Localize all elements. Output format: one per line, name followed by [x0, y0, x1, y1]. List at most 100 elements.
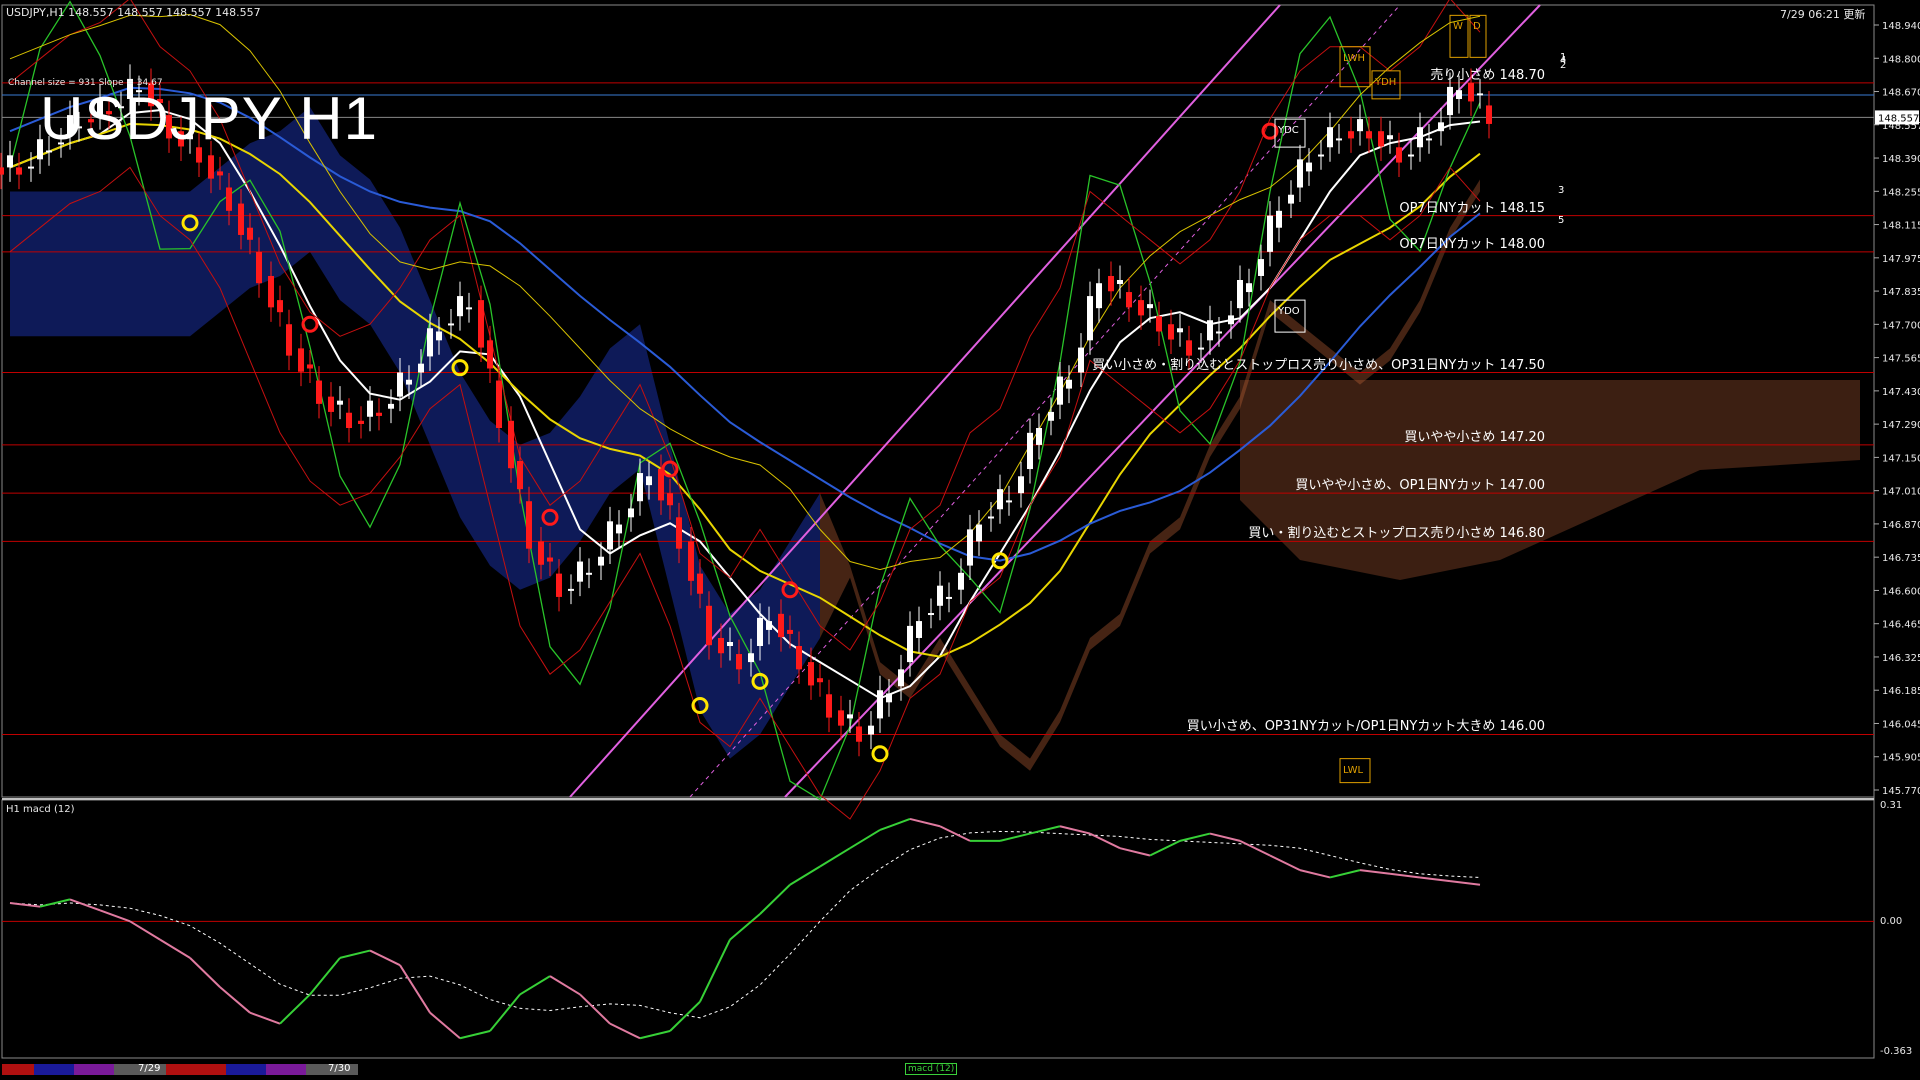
candle-body: [1108, 275, 1114, 292]
candle-body: [1417, 127, 1423, 148]
session-seg: [74, 1064, 114, 1075]
macd-segment: [1329, 869, 1361, 879]
candle-body: [838, 710, 844, 726]
candle-body: [517, 460, 523, 490]
session-seg: [34, 1064, 74, 1075]
candle-body: [1267, 215, 1273, 252]
macd-segment: [279, 993, 311, 1025]
macd-segment: [339, 949, 371, 959]
macd-segment: [459, 1030, 491, 1040]
axis-tick-label: 145.770: [1882, 786, 1920, 797]
macd-segment: [399, 964, 431, 1014]
axis-tick-label: 148.255: [1882, 187, 1920, 198]
candle-body: [286, 324, 292, 356]
candle-body: [526, 501, 532, 549]
macd-segment: [819, 847, 851, 868]
chart-title: USDJPY H1: [40, 85, 379, 152]
candle-body: [586, 572, 592, 575]
macd-label: H1 macd (12): [6, 804, 75, 815]
candle-body: [748, 653, 754, 663]
macd-segment: [849, 829, 881, 850]
candle-body: [268, 275, 274, 308]
candle-body: [1468, 82, 1474, 102]
level-note: 買い小さめ・割り込むとストップロス売り小さめ、OP31日NYカット 147.50: [1092, 357, 1545, 373]
candle-body: [1147, 304, 1153, 309]
macd-segment: [729, 913, 761, 941]
candle-body: [406, 379, 412, 385]
axis-tick-label: 145.905: [1882, 753, 1920, 764]
candle-body: [1258, 259, 1264, 276]
axis-tick-label: 148.670: [1882, 88, 1920, 99]
candle-body: [676, 517, 682, 549]
candle-body: [1447, 86, 1453, 116]
level-note: OP7日NYカット 148.00: [1399, 236, 1545, 252]
macd-segment: [609, 1022, 641, 1040]
macd-segment: [999, 832, 1031, 842]
candle-body: [1438, 122, 1444, 132]
macd-segment: [1359, 869, 1391, 875]
candle-body: [778, 613, 784, 638]
candle-body: [1096, 283, 1102, 309]
update-time: 7/29 06:21 更新: [1780, 8, 1866, 21]
macd-segment: [99, 909, 131, 923]
candle-body: [787, 629, 793, 634]
candle-body: [298, 348, 304, 372]
ichimoku-clouds: [10, 107, 1860, 771]
candle-body: [988, 516, 994, 519]
candle-body: [478, 300, 484, 348]
level-note: 買いやや小さめ 147.20: [1404, 429, 1545, 445]
axis-tick-label: 147.565: [1882, 354, 1920, 365]
candle-body: [826, 694, 832, 718]
candle-body: [1327, 127, 1333, 148]
candle-body: [877, 690, 883, 719]
candle-body: [208, 155, 214, 179]
date-label: 7/29: [138, 1063, 161, 1074]
macd-segment: [489, 993, 521, 1032]
macd-axis-label: -0.363: [1880, 1046, 1912, 1057]
candle-body: [1246, 283, 1252, 293]
candle-body: [706, 605, 712, 646]
candle-body: [28, 166, 34, 169]
candle-body: [1057, 376, 1063, 405]
candle-body: [448, 323, 454, 326]
candle-body: [1066, 379, 1072, 389]
candle-body: [1228, 315, 1234, 325]
macd-segment: [1149, 839, 1181, 857]
wave-label: 5: [1558, 215, 1565, 226]
candle-body: [1126, 292, 1132, 308]
candle-body: [1408, 154, 1414, 157]
candle-body: [727, 641, 733, 647]
candle-body: [577, 561, 583, 582]
candle-body: [496, 380, 502, 429]
axis-tick-label: 146.600: [1882, 586, 1920, 597]
candle-body: [1036, 428, 1042, 445]
candle-body: [1357, 119, 1363, 132]
macd-segment: [129, 920, 161, 941]
wave-label: 3: [1558, 185, 1565, 196]
candle-body: [868, 725, 874, 735]
candle-body: [1198, 347, 1204, 350]
candle-body: [1288, 194, 1294, 204]
current-price-label: 148.557: [1878, 113, 1919, 124]
candle-body: [1297, 159, 1303, 188]
candle-body: [1027, 432, 1033, 470]
macd-segment: [1179, 832, 1211, 842]
candle-body: [736, 654, 742, 670]
candle-body: [958, 572, 964, 590]
session-seg: [266, 1064, 306, 1075]
candle-body: [817, 678, 823, 683]
candle-body: [1336, 138, 1342, 141]
candle-body: [217, 171, 223, 176]
axis-tick-label: 148.115: [1882, 221, 1920, 232]
tab-macd[interactable]: macd (12): [905, 1063, 958, 1075]
candle-body: [616, 524, 622, 534]
macd-segment: [429, 1011, 461, 1040]
candle-body: [1216, 331, 1222, 334]
candle-body: [7, 155, 13, 168]
candle-body: [907, 625, 913, 663]
candle-body: [16, 167, 22, 175]
macd-segment: [189, 957, 221, 988]
candle-body: [388, 403, 394, 409]
wave-label: 4: [1560, 55, 1567, 66]
candle-body: [946, 596, 952, 599]
